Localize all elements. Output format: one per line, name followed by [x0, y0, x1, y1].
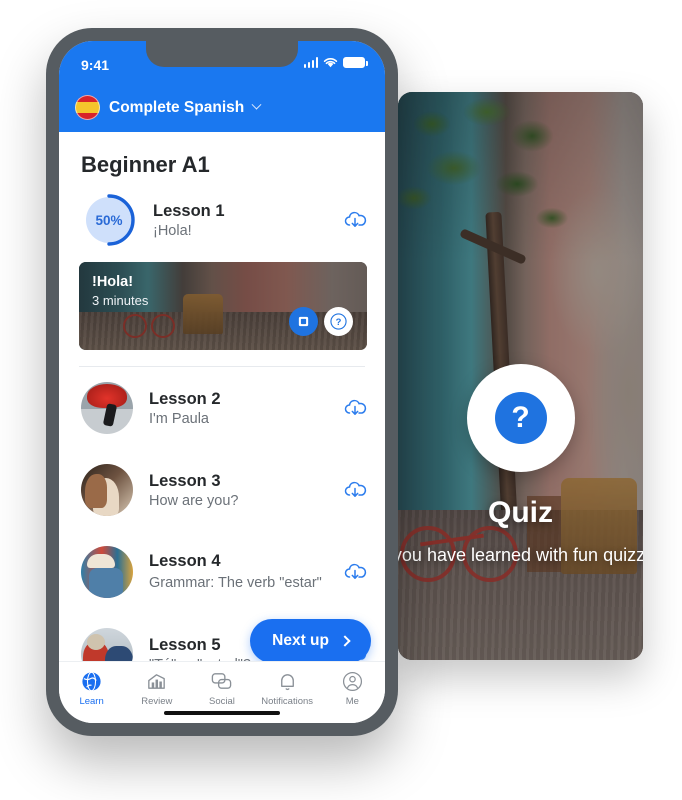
lesson-subtitle: ¡Hola!	[153, 222, 192, 239]
status-time: 9:41	[81, 57, 110, 73]
tab-review[interactable]: Review	[126, 670, 188, 707]
lesson-thumbnail	[81, 382, 133, 434]
bell-icon	[280, 674, 294, 691]
quiz-subtitle: Test what you have learned with fun quiz…	[398, 545, 643, 565]
tab-social[interactable]: Social	[191, 670, 253, 707]
lesson-thumbnail	[81, 464, 133, 516]
media-title: !Hola!	[92, 274, 134, 290]
lesson-row-3[interactable]: Lesson 3 How are you?	[59, 449, 385, 531]
cloud-download-icon[interactable]	[343, 560, 367, 584]
quiz-promo-panel[interactable]: ? Quiz Test what you have learned with f…	[398, 92, 643, 660]
progress-label: 50%	[95, 212, 123, 228]
tab-label: Review	[141, 696, 173, 707]
page-title: Beginner A1	[81, 152, 210, 177]
tab-label: Me	[345, 696, 359, 707]
app-bar[interactable]: Complete Spanish	[59, 93, 385, 132]
person-circle-icon	[342, 671, 362, 692]
globe-icon	[82, 671, 101, 692]
lesson-thumbnail	[81, 546, 133, 598]
status-bar: 9:41	[59, 41, 385, 93]
wifi-icon	[323, 58, 338, 68]
media-duration: 3 minutes	[92, 293, 149, 308]
progress-ring: 50%	[81, 192, 137, 248]
svg-text:?: ?	[336, 317, 342, 328]
chevron-down-icon[interactable]	[251, 99, 262, 110]
home-indicator	[164, 711, 280, 715]
tab-label: Notifications	[261, 696, 314, 707]
phone-screen: 9:41 Complete Spanish Beginner A1 50% Le…	[59, 41, 385, 723]
lesson-row-1[interactable]: 50% Lesson 1 ¡Hola!	[59, 192, 385, 248]
chevron-right-icon	[339, 635, 351, 647]
tab-me[interactable]: Me	[321, 670, 383, 707]
lesson-title: Lesson 1	[153, 201, 225, 220]
next-up-button[interactable]: Next up	[250, 619, 371, 663]
question-mark-icon[interactable]: ?	[324, 307, 353, 336]
question-mark-icon: ?	[494, 392, 547, 444]
lesson-row-4[interactable]: Lesson 4 Grammar: The verb "estar"	[59, 531, 385, 613]
lesson-list-content: Beginner A1 50% Lesson 1 ¡Hola! !Hola! 3…	[59, 132, 385, 723]
lesson-media-card[interactable]: !Hola! 3 minutes ?	[79, 262, 367, 350]
next-up-label: Next up	[272, 632, 329, 649]
lesson-subtitle: How are you?	[149, 492, 239, 509]
phone-notch	[146, 41, 298, 67]
lesson-title: Lesson 3	[149, 471, 221, 490]
lesson-row-2[interactable]: Lesson 2 I'm Paula	[59, 367, 385, 449]
tab-learn[interactable]: Learn	[61, 670, 123, 707]
tab-label: Social	[209, 696, 235, 707]
chat-bubbles-icon	[212, 673, 232, 689]
tab-notifications[interactable]: Notifications	[256, 670, 318, 707]
cloud-download-icon[interactable]	[343, 208, 367, 232]
lesson-subtitle: Grammar: The verb "estar"	[149, 575, 322, 592]
spain-flag-icon	[75, 95, 100, 120]
bar-chart-icon	[148, 674, 166, 689]
lesson-subtitle: I'm Paula	[149, 410, 209, 427]
tab-label: Learn	[79, 696, 104, 707]
signal-bars-icon	[303, 57, 318, 68]
quiz-badge[interactable]: ?	[466, 364, 575, 472]
book-icon[interactable]	[289, 307, 318, 336]
phone-device-frame: 9:41 Complete Spanish Beginner A1 50% Le…	[46, 28, 398, 736]
lesson-title: Lesson 4	[149, 551, 221, 570]
battery-icon	[343, 57, 368, 68]
screenshot-stage: ? Quiz Test what you have learned with f…	[0, 0, 682, 800]
lesson-title: Lesson 2	[149, 389, 221, 408]
quiz-title: Quiz	[488, 496, 553, 529]
cloud-download-icon[interactable]	[343, 396, 367, 420]
course-name: Complete Spanish	[109, 98, 245, 116]
cloud-download-icon[interactable]	[343, 478, 367, 502]
